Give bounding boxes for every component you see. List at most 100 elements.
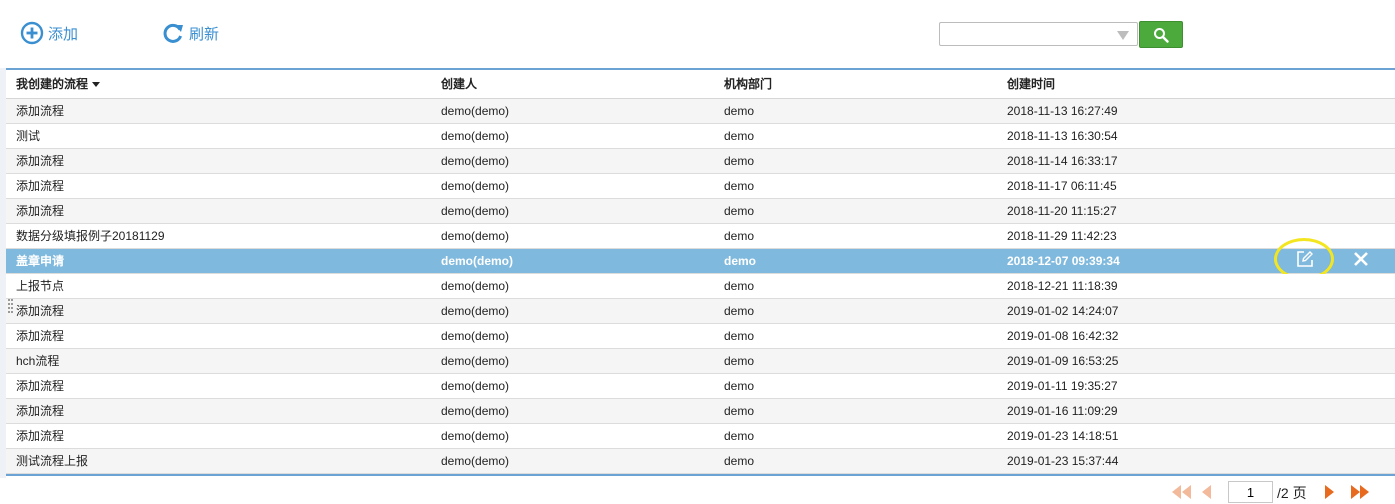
cell-created-time: 2019-01-08 16:42:32: [1007, 329, 1119, 343]
refresh-button-label: 刷新: [189, 25, 220, 43]
cell-process: 添加流程: [16, 154, 65, 168]
cell-created-time: 2019-01-09 16:53:25: [1007, 354, 1119, 368]
cell-process: 添加流程: [16, 404, 65, 418]
cell-process: 添加流程: [16, 429, 65, 443]
cell-created-time: 2018-11-29 11:42:23: [1007, 229, 1117, 243]
cell-department: demo: [724, 104, 755, 118]
cell-department: demo: [724, 404, 755, 418]
cell-creator: demo(demo): [441, 429, 510, 443]
cell-process: 添加流程: [16, 104, 65, 118]
close-icon[interactable]: [1352, 250, 1370, 268]
column-header-department[interactable]: 机构部门: [724, 71, 772, 98]
cell-creator: demo(demo): [441, 304, 510, 318]
cell-creator: demo(demo): [441, 229, 510, 243]
sort-caret-icon[interactable]: [92, 82, 101, 88]
cell-department: demo: [724, 129, 755, 143]
cell-department: demo: [724, 304, 755, 318]
cell-created-time: 2018-11-13 16:30:54: [1007, 129, 1118, 143]
cell-process: 添加流程: [16, 179, 65, 193]
table-body: 添加流程 demo(demo) demo 2018-11-13 16:27:49 测试 d…: [6, 99, 1395, 474]
cell-created-time: 2018-12-07 09:39:34: [1007, 254, 1120, 268]
cell-creator: demo(demo): [441, 179, 510, 193]
search-input[interactable]: [939, 22, 1138, 46]
cell-department: demo: [724, 229, 755, 243]
column-header-process[interactable]: 我创建的流程: [16, 71, 101, 98]
refresh-button[interactable]: 刷新: [161, 20, 219, 46]
dropdown-arrow-icon[interactable]: [1117, 31, 1129, 40]
table-row[interactable]: 添加流程 demo(demo) demo 2019-01-08 16:42:32: [6, 324, 1395, 349]
previous-page-icon[interactable]: [1200, 484, 1214, 500]
cell-created-time: 2018-11-20 11:15:27: [1007, 204, 1117, 218]
cell-department: demo: [724, 379, 755, 393]
table-header: 我创建的流程 创建人 机构部门 创建时间: [6, 71, 1395, 99]
table-row[interactable]: 添加流程 demo(demo) demo 2018-11-17 06:11:45: [6, 174, 1395, 199]
pagination: /2 页: [1166, 480, 1395, 504]
plus-circle-icon: [20, 21, 44, 45]
table-row[interactable]: 添加流程 demo(demo) demo 2018-11-14 16:33:17: [6, 149, 1395, 174]
cell-created-time: 2019-01-02 14:24:07: [1007, 304, 1119, 318]
table-row[interactable]: 添加流程 demo(demo) demo 2018-11-13 16:27:49: [6, 99, 1395, 124]
table-row[interactable]: 数据分级填报例子20181129 demo(demo) demo 2018-11-29…: [6, 224, 1395, 249]
cell-department: demo: [724, 429, 755, 443]
table-row[interactable]: 添加流程 demo(demo) demo 2019-01-02 14:24:07: [6, 299, 1395, 324]
cell-created-time: 2018-11-17 06:11:45: [1007, 179, 1117, 193]
table-row[interactable]: 添加流程 demo(demo) demo 2018-11-20 11:15:27: [6, 199, 1395, 224]
table-row[interactable]: hch流程 demo(demo) demo 2019-01-09 16:53:25: [6, 349, 1395, 374]
page-number-input[interactable]: [1228, 481, 1273, 503]
last-page-icon[interactable]: [1348, 484, 1372, 500]
table-row[interactable]: 添加流程 demo(demo) demo 2019-01-16 11:09:29: [6, 399, 1395, 424]
cell-process: 盖章申请: [16, 254, 65, 268]
cell-department: demo: [724, 204, 755, 218]
cell-creator: demo(demo): [441, 129, 510, 143]
add-button[interactable]: 添加: [20, 20, 78, 46]
drag-handle-icon[interactable]: [8, 299, 14, 313]
cell-creator: demo(demo): [441, 354, 510, 368]
edit-icon[interactable]: [1295, 249, 1315, 269]
cell-process: 添加流程: [16, 304, 65, 318]
column-header-process-label: 我创建的流程: [16, 77, 89, 91]
cell-creator: demo(demo): [441, 279, 510, 293]
cell-creator: demo(demo): [441, 154, 510, 168]
search-icon: [1154, 27, 1169, 43]
cell-process: 添加流程: [16, 379, 65, 393]
toolbar: 添加 刷新: [0, 0, 1395, 68]
cell-created-time: 2018-11-13 16:27:49: [1007, 104, 1118, 118]
grid-top-border: [6, 68, 1395, 70]
cell-department: demo: [724, 329, 755, 343]
table-row[interactable]: 添加流程 demo(demo) demo 2019-01-11 19:35:27: [6, 374, 1395, 399]
table-row[interactable]: 上报节点 demo(demo) demo 2018-12-21 11:18:39: [6, 274, 1395, 299]
cell-department: demo: [724, 354, 755, 368]
cell-process: 上报节点: [16, 279, 65, 293]
cell-creator: demo(demo): [441, 454, 510, 468]
cell-creator: demo(demo): [441, 254, 513, 268]
cell-created-time: 2018-11-14 16:33:17: [1007, 154, 1118, 168]
cell-created-time: 2019-01-23 14:18:51: [1007, 429, 1119, 443]
table-row[interactable]: 测试流程上报 demo(demo) demo 2019-01-23 15:37:44: [6, 449, 1395, 474]
refresh-icon: [163, 23, 183, 43]
cell-process: hch流程: [16, 354, 60, 368]
cell-created-time: 2019-01-11 19:35:27: [1007, 379, 1118, 393]
cell-created-time: 2019-01-23 15:37:44: [1007, 454, 1119, 468]
grid-bottom-border: [6, 474, 1395, 476]
search-button[interactable]: [1139, 21, 1183, 48]
page-total-label: /2 页: [1277, 485, 1307, 501]
cell-department: demo: [724, 279, 755, 293]
table-row[interactable]: 添加流程 demo(demo) demo 2019-01-23 14:18:51: [6, 424, 1395, 449]
cell-creator: demo(demo): [441, 379, 510, 393]
cell-creator: demo(demo): [441, 404, 510, 418]
cell-created-time: 2019-01-16 11:09:29: [1007, 404, 1118, 418]
cell-process: 添加流程: [16, 329, 65, 343]
cell-creator: demo(demo): [441, 204, 510, 218]
next-page-icon[interactable]: [1322, 484, 1336, 500]
add-button-label: 添加: [48, 25, 79, 43]
table-row[interactable]: 测试 demo(demo) demo 2018-11-13 16:30:54: [6, 124, 1395, 149]
table-row-selected[interactable]: 盖章申请 demo(demo) demo 2018-12-07 09:39:34: [6, 238, 1395, 280]
cell-department: demo: [724, 154, 755, 168]
cell-department: demo: [724, 179, 755, 193]
column-header-creator[interactable]: 创建人: [441, 71, 477, 98]
cell-creator: demo(demo): [441, 329, 510, 343]
cell-process: 数据分级填报例子20181129: [16, 229, 165, 243]
cell-department: demo: [724, 254, 757, 268]
column-header-created-time[interactable]: 创建时间: [1007, 71, 1055, 98]
first-page-icon[interactable]: [1170, 484, 1194, 500]
